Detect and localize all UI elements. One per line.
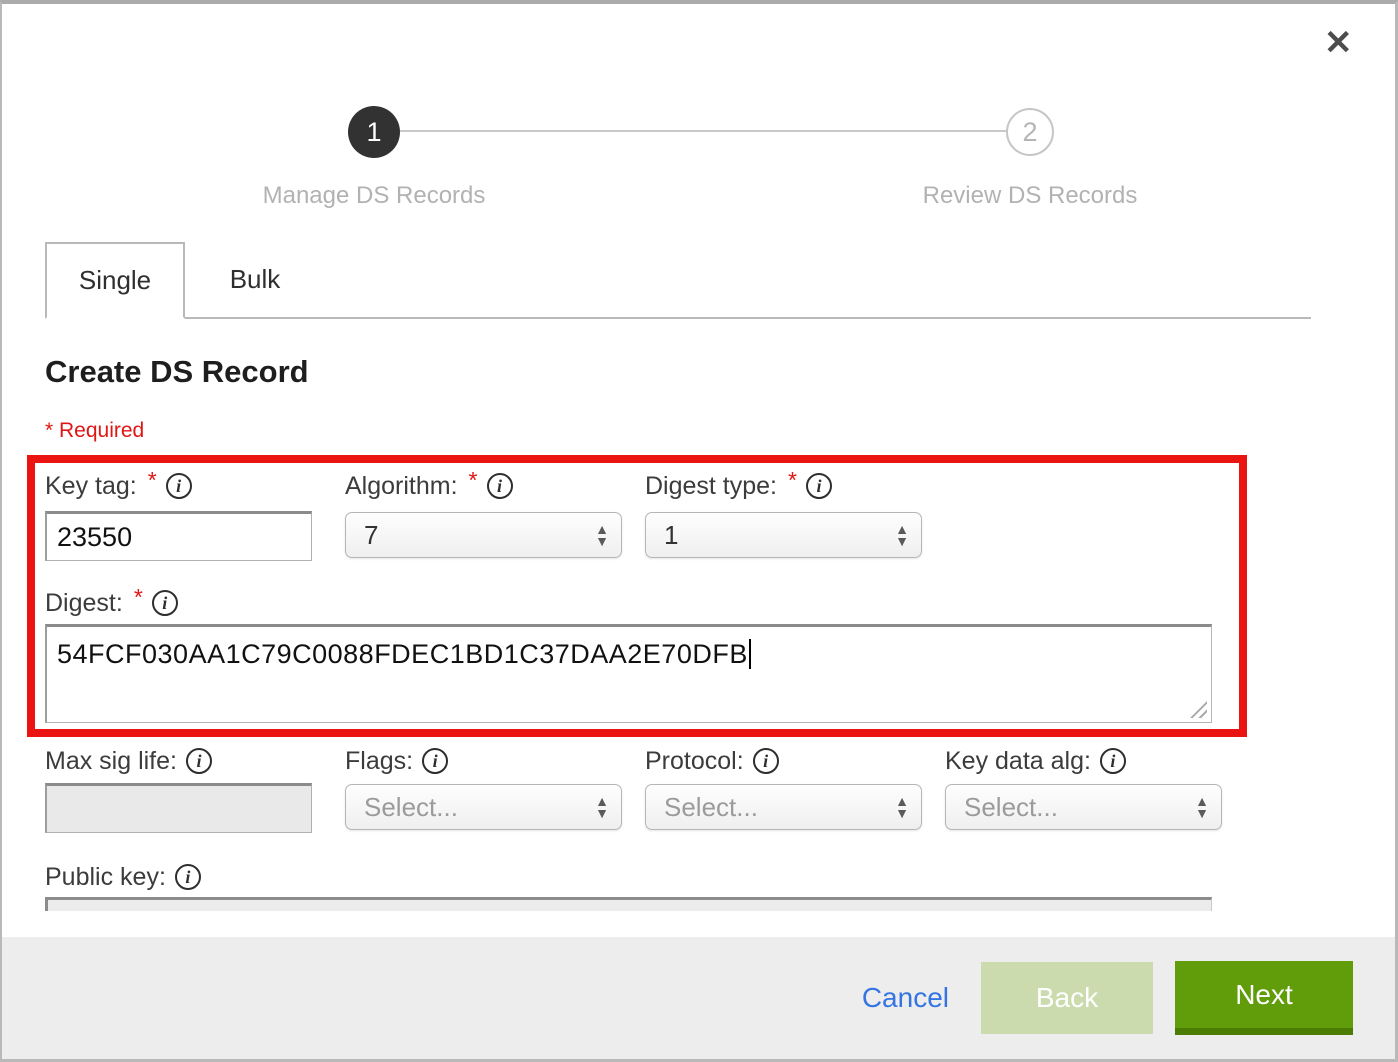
algorithm-label-group: Algorithm: * i — [345, 470, 513, 502]
info-icon[interactable]: i — [487, 473, 513, 499]
tab-bulk[interactable]: Bulk — [185, 242, 325, 317]
required-asterisk: * — [469, 467, 478, 494]
protocol-value: Select... — [664, 792, 758, 823]
info-icon[interactable]: i — [1100, 748, 1126, 774]
page-title: Create DS Record — [45, 354, 309, 390]
flags-value: Select... — [364, 792, 458, 823]
select-arrows-icon: ▲▼ — [595, 525, 609, 545]
stepper-connector-line — [400, 130, 1006, 132]
resize-handle[interactable] — [1190, 701, 1207, 718]
digest-type-select[interactable]: 1 ▲▼ — [645, 512, 922, 558]
key-data-alg-label: Key data alg: — [945, 747, 1091, 776]
step-2-label: Review DS Records — [870, 182, 1190, 210]
digest-label: Digest: — [45, 589, 123, 618]
info-icon[interactable]: i — [422, 748, 448, 774]
back-button[interactable]: Back — [981, 962, 1153, 1034]
cancel-button[interactable]: Cancel — [862, 982, 949, 1014]
max-sig-life-label: Max sig life: — [45, 747, 177, 776]
public-key-textarea[interactable] — [45, 897, 1212, 911]
text-cursor — [749, 639, 751, 669]
key-tag-input[interactable]: 23550 — [45, 511, 312, 561]
algorithm-value: 7 — [364, 520, 378, 551]
digest-type-label-group: Digest type: * i — [645, 470, 832, 502]
algorithm-select[interactable]: 7 ▲▼ — [345, 512, 622, 558]
public-key-label-group: Public key: i — [45, 861, 201, 893]
flags-label-group: Flags: i — [345, 745, 448, 777]
select-arrows-icon: ▲▼ — [595, 797, 609, 817]
max-sig-life-input[interactable] — [45, 783, 312, 833]
public-key-label: Public key: — [45, 863, 166, 892]
info-icon[interactable]: i — [806, 473, 832, 499]
digest-value: 54FCF030AA1C79C0088FDEC1BD1C37DAA2E70DFB — [57, 639, 748, 669]
key-data-alg-select[interactable]: Select... ▲▼ — [945, 784, 1222, 830]
info-icon[interactable]: i — [175, 864, 201, 890]
step-1-indicator: 1 — [348, 106, 400, 158]
required-asterisk: * — [148, 467, 157, 494]
digest-label-group: Digest: * i — [45, 587, 178, 619]
key-data-alg-label-group: Key data alg: i — [945, 745, 1126, 777]
select-arrows-icon: ▲▼ — [1195, 797, 1209, 817]
digest-type-value: 1 — [664, 520, 678, 551]
info-icon[interactable]: i — [753, 748, 779, 774]
next-button[interactable]: Next — [1175, 961, 1353, 1035]
flags-select[interactable]: Select... ▲▼ — [345, 784, 622, 830]
flags-label: Flags: — [345, 747, 413, 776]
required-asterisk: * — [788, 467, 797, 494]
key-tag-label: Key tag: — [45, 472, 137, 501]
key-tag-label-group: Key tag: * i — [45, 470, 192, 502]
required-asterisk: * — [134, 584, 143, 611]
max-sig-life-label-group: Max sig life: i — [45, 745, 212, 777]
close-icon[interactable]: ✕ — [1324, 26, 1353, 60]
digest-textarea[interactable]: 54FCF030AA1C79C0088FDEC1BD1C37DAA2E70DFB — [45, 624, 1212, 723]
tab-single[interactable]: Single — [45, 242, 185, 319]
algorithm-label: Algorithm: — [345, 472, 458, 501]
step-1-label: Manage DS Records — [214, 182, 534, 210]
required-note: * Required — [45, 419, 144, 443]
modal-footer: Cancel Back Next — [2, 937, 1395, 1059]
tab-bar: Single Bulk — [45, 242, 1311, 319]
step-2-indicator: 2 — [1006, 108, 1054, 156]
info-icon[interactable]: i — [186, 748, 212, 774]
digest-type-label: Digest type: — [645, 472, 777, 501]
key-tag-value: 23550 — [57, 522, 132, 553]
protocol-label: Protocol: — [645, 747, 744, 776]
info-icon[interactable]: i — [166, 473, 192, 499]
info-icon[interactable]: i — [152, 590, 178, 616]
protocol-select[interactable]: Select... ▲▼ — [645, 784, 922, 830]
create-ds-record-modal: ✕ 1 2 Manage DS Records Review DS Record… — [0, 0, 1398, 1062]
key-data-alg-value: Select... — [964, 792, 1058, 823]
protocol-label-group: Protocol: i — [645, 745, 779, 777]
select-arrows-icon: ▲▼ — [895, 797, 909, 817]
select-arrows-icon: ▲▼ — [895, 525, 909, 545]
